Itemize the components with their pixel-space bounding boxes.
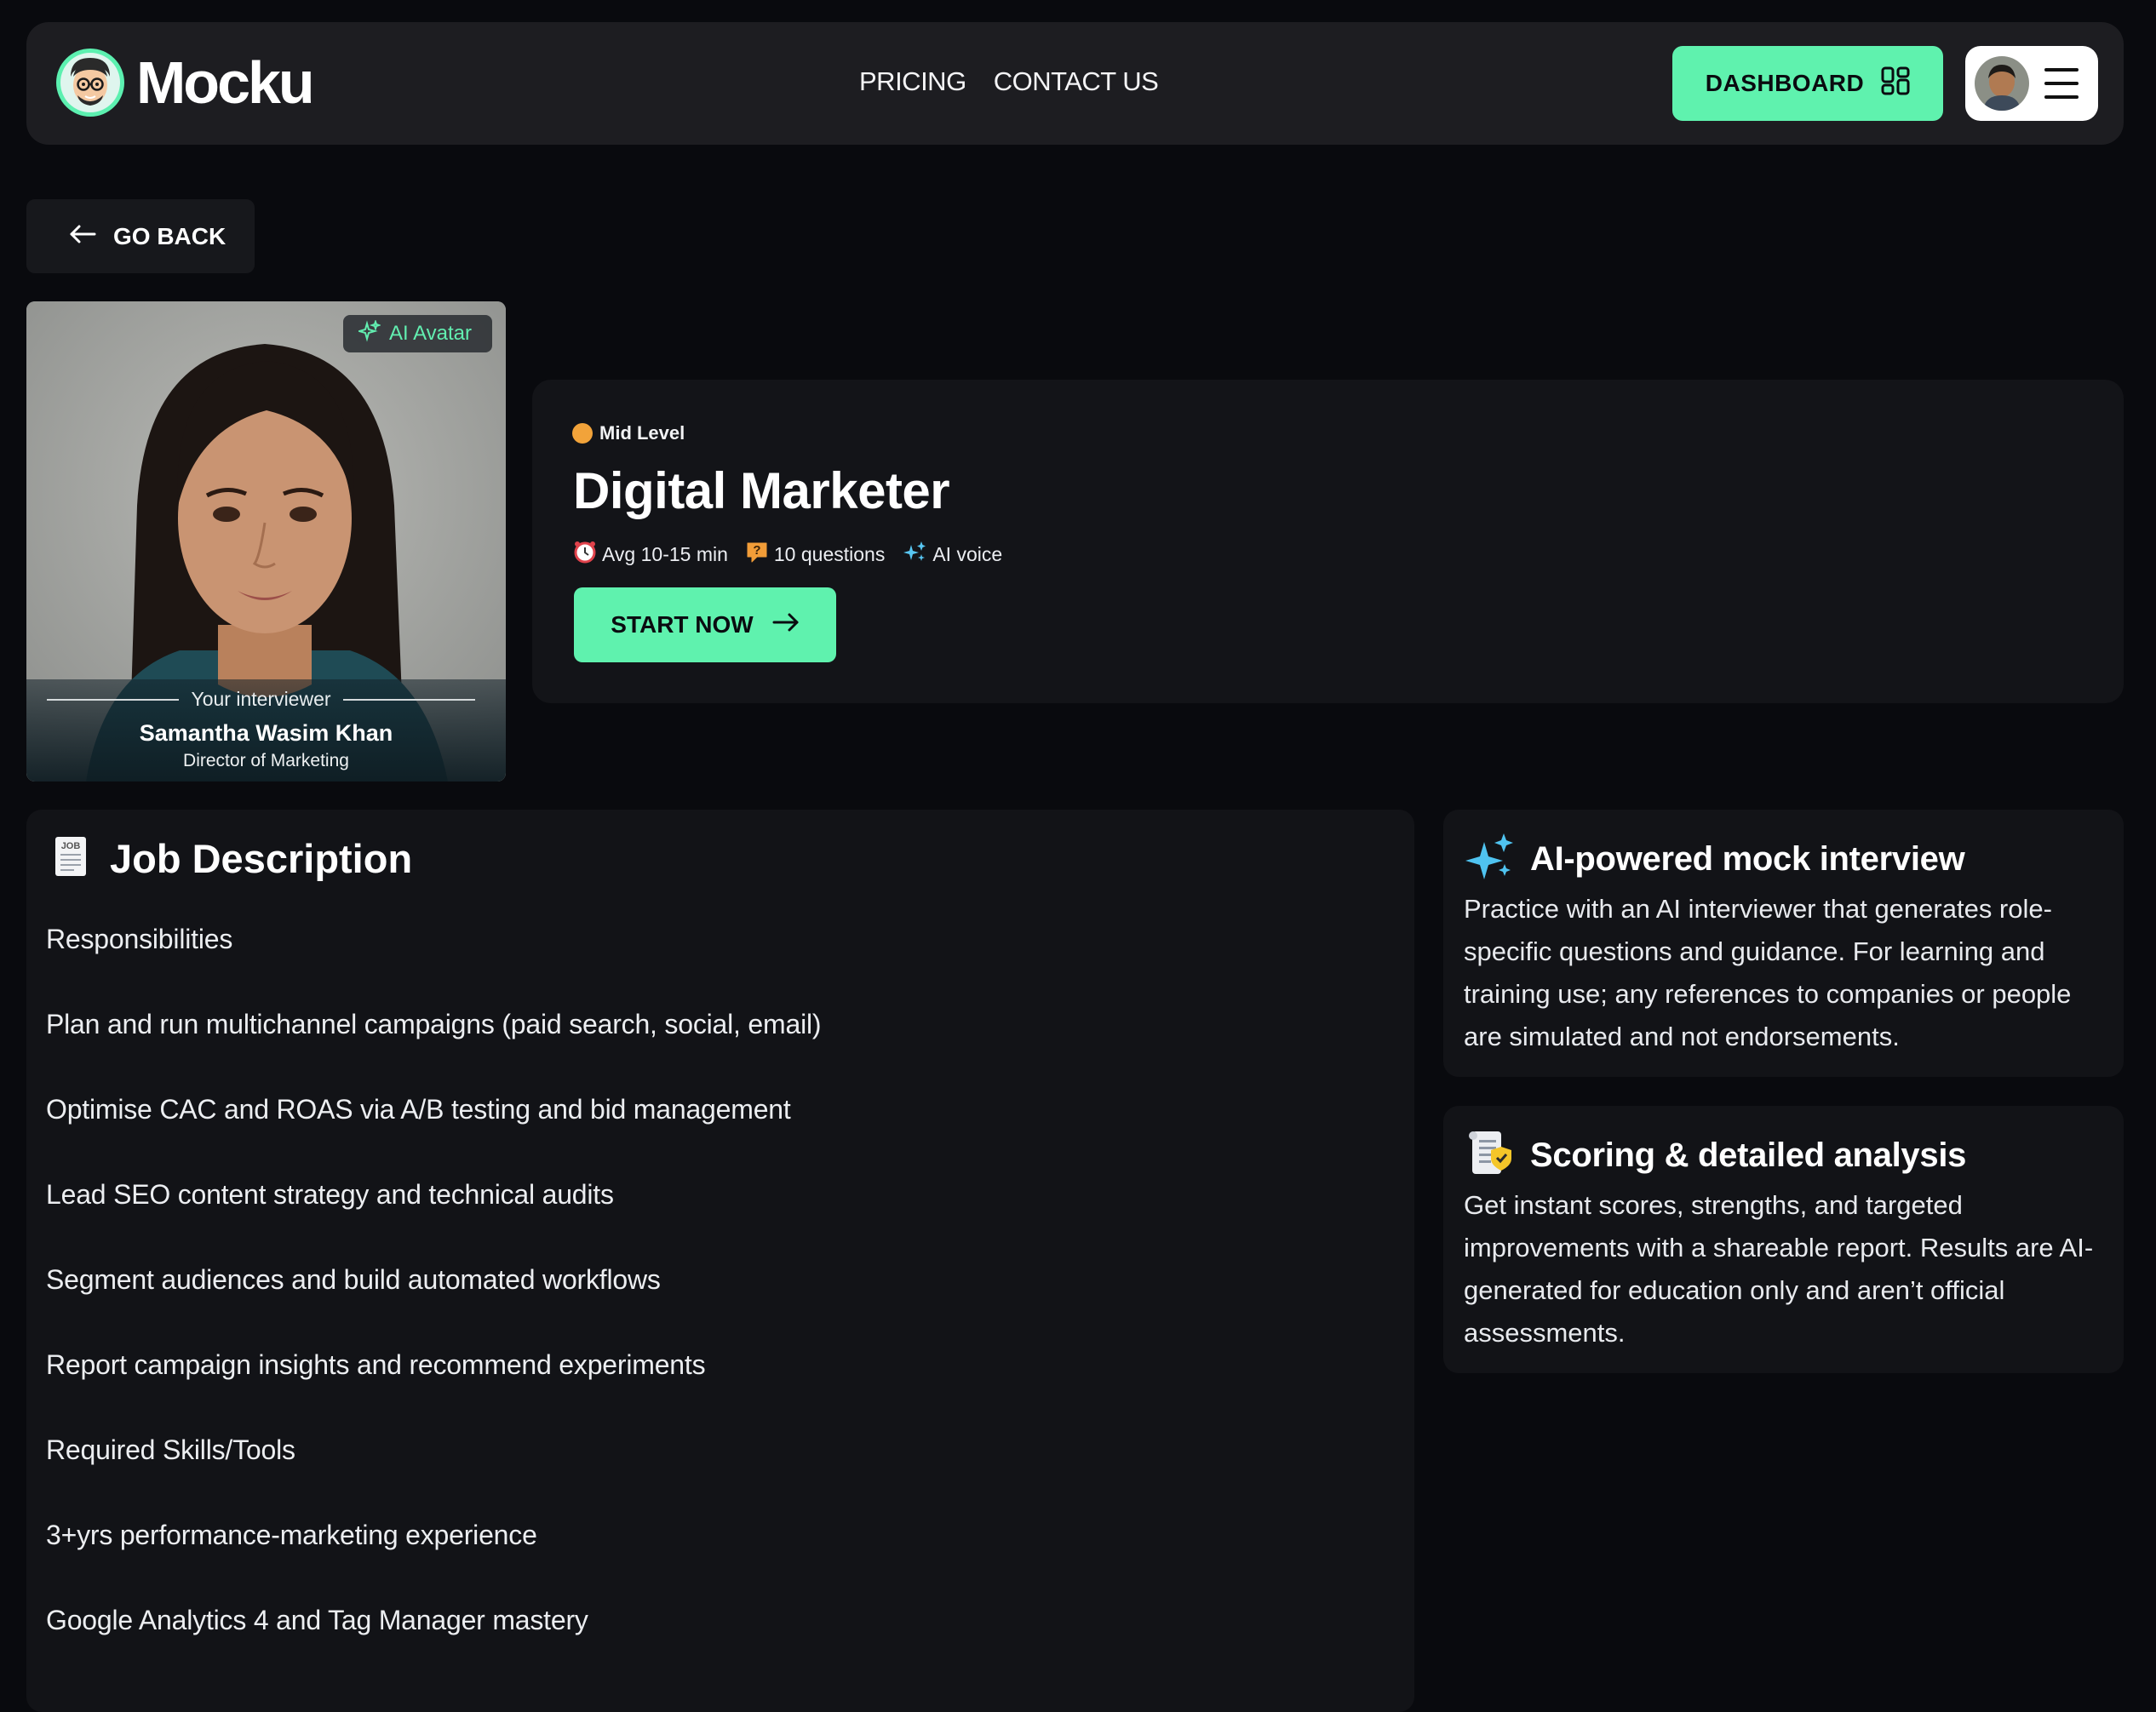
feature-card-scoring: Scoring & detailed analysis Get instant … bbox=[1443, 1106, 2124, 1373]
job-icon-text: JOB bbox=[61, 841, 81, 851]
question-bubble-icon: ? bbox=[745, 540, 769, 569]
alarm-clock-icon bbox=[573, 540, 597, 569]
job-line: Lead SEO content strategy and technical … bbox=[46, 1179, 614, 1210]
duration-text: Avg 10-15 min bbox=[602, 542, 728, 565]
start-now-label: START NOW bbox=[611, 611, 754, 638]
feature-header: Scoring & detailed analysis bbox=[1464, 1128, 1966, 1183]
interviewer-kicker-text: Your interviewer bbox=[191, 688, 331, 710]
level-badge: Mid Level bbox=[572, 422, 685, 444]
feature-title: Scoring & detailed analysis bbox=[1530, 1137, 1967, 1174]
arrow-right-icon bbox=[772, 611, 800, 638]
duration-meta: Avg 10-15 min bbox=[573, 540, 728, 569]
feature-body: Practice with an AI interviewer that gen… bbox=[1464, 894, 2072, 1051]
job-document-icon: JOB bbox=[52, 835, 89, 882]
interviewer-card: AI Avatar Your interviewer Samantha Wasi… bbox=[26, 301, 506, 782]
role-title: Digital Marketer bbox=[573, 462, 950, 519]
job-description-title: Job Description bbox=[110, 836, 413, 881]
questions-text: 10 questions bbox=[773, 542, 886, 565]
job-line: Responsibilities bbox=[46, 924, 233, 954]
level-dot-icon bbox=[572, 423, 593, 444]
feature-card-mock-interview: AI-powered mock interview Practice with … bbox=[1443, 810, 2124, 1077]
user-avatar bbox=[1975, 56, 2029, 111]
interviewer-name: Samantha Wasim Khan bbox=[139, 720, 393, 746]
main-nav: PRICING CONTACT US bbox=[859, 66, 1159, 97]
start-now-button[interactable]: START NOW bbox=[574, 587, 836, 662]
interviewer-caption: Your interviewer Samantha Wasim Khan Dir… bbox=[26, 679, 506, 782]
nav-contact-us[interactable]: CONTACT US bbox=[994, 66, 1159, 97]
brand-logo[interactable]: Mocku bbox=[56, 49, 315, 117]
level-label: Mid Level bbox=[599, 422, 685, 444]
ai-avatar-label: AI Avatar bbox=[389, 322, 472, 345]
job-line: Report campaign insights and recommend e… bbox=[46, 1349, 706, 1380]
mascot-icon bbox=[56, 49, 124, 117]
job-line: Plan and run multichannel campaigns (pai… bbox=[46, 1009, 822, 1039]
job-description-list: Responsibilities Plan and run multichann… bbox=[46, 919, 822, 1685]
account-menu-button[interactable] bbox=[1965, 46, 2098, 121]
voice-meta: AI voice bbox=[902, 540, 1002, 569]
dashboard-grid-icon bbox=[1881, 66, 1910, 101]
interviewer-kicker: Your interviewer bbox=[47, 688, 475, 711]
role-summary-panel: Mid Level Digital Marketer Avg 10-15 min… bbox=[532, 380, 2124, 703]
job-description-header: JOB Job Description bbox=[52, 835, 412, 882]
top-navbar: Mocku PRICING CONTACT US DASHBOARD bbox=[26, 22, 2124, 145]
nav-pricing[interactable]: PRICING bbox=[859, 66, 966, 97]
ai-avatar-badge: AI Avatar bbox=[343, 315, 492, 352]
questions-meta: ? 10 questions bbox=[745, 540, 885, 569]
sparkle-icon bbox=[356, 318, 382, 348]
job-line: Optimise CAC and ROAS via A/B testing an… bbox=[46, 1094, 791, 1125]
role-meta: Avg 10-15 min ? 10 questions AI voice bbox=[573, 540, 1002, 569]
brand-name: Mocku bbox=[136, 49, 315, 116]
report-scroll-icon bbox=[1464, 1128, 1517, 1183]
sparkles-icon bbox=[1464, 832, 1517, 887]
dashboard-button[interactable]: DASHBOARD bbox=[1672, 46, 1943, 121]
job-line: 3+yrs performance-marketing experience bbox=[46, 1520, 537, 1550]
feature-title: AI-powered mock interview bbox=[1530, 840, 1965, 878]
job-description-card: JOB Job Description Responsibilities Pla… bbox=[26, 810, 1414, 1712]
interviewer-role: Director of Marketing bbox=[183, 751, 349, 770]
feature-header: AI-powered mock interview bbox=[1464, 832, 1965, 887]
dashboard-label: DASHBOARD bbox=[1705, 70, 1865, 96]
go-back-button[interactable]: GO BACK bbox=[26, 199, 255, 273]
sparkles-icon bbox=[902, 540, 927, 569]
hamburger-menu-icon bbox=[2044, 68, 2079, 99]
feature-body: Get instant scores, strengths, and targe… bbox=[1464, 1190, 2094, 1348]
arrow-left-icon bbox=[69, 223, 96, 250]
svg-text:?: ? bbox=[753, 543, 760, 558]
job-line: Segment audiences and build automated wo… bbox=[46, 1264, 661, 1295]
voice-text: AI voice bbox=[932, 542, 1003, 565]
go-back-label: GO BACK bbox=[113, 222, 226, 249]
job-line: Google Analytics 4 and Tag Manager maste… bbox=[46, 1605, 588, 1635]
job-line: Required Skills/Tools bbox=[46, 1434, 295, 1465]
